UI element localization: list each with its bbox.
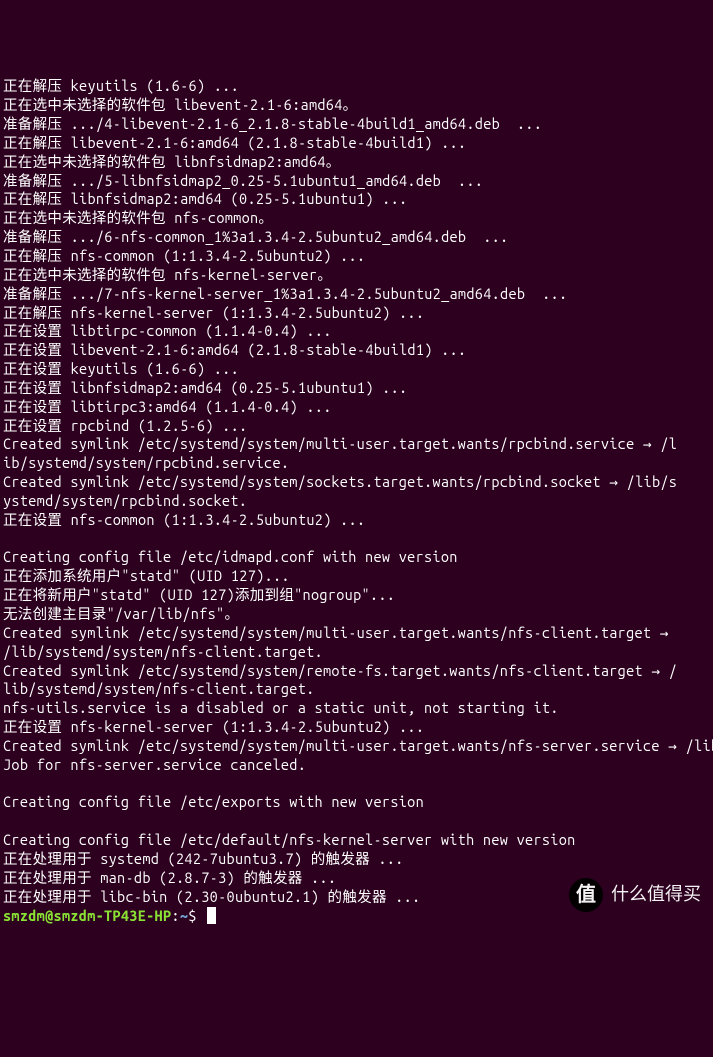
terminal-line: 正在处理用于 systemd (242-7ubuntu3.7) 的触发器 ... [3,850,710,869]
terminal-line: 正在设置 libnfsidmap2:amd64 (0.25-5.1ubuntu1… [3,379,710,398]
terminal-line: Created symlink /etc/systemd/system/mult… [3,624,710,643]
terminal-line: 正在解压 libnfsidmap2:amd64 (0.25-5.1ubuntu1… [3,190,710,209]
terminal-line: 正在选中未选择的软件包 libevent-2.1-6:amd64。 [3,96,710,115]
terminal-line: 准备解压 .../7-nfs-kernel-server_1%3a1.3.4-2… [3,285,710,304]
terminal-line: 正在解压 keyutils (1.6-6) ... [3,77,710,96]
terminal-line [3,775,710,794]
terminal-line: 正在设置 libevent-2.1-6:amd64 (2.1.8-stable-… [3,341,710,360]
terminal-line [3,812,710,831]
terminal-line: 正在选中未选择的软件包 nfs-kernel-server。 [3,266,710,285]
terminal-line: 正在选中未选择的软件包 libnfsidmap2:amd64。 [3,153,710,172]
prompt-dollar: $ [188,907,196,924]
terminal-line: 正在添加系统用户"statd" (UID 127)... [3,567,710,586]
prompt-path: ~ [180,907,188,924]
watermark-text: 什么值得买 [611,883,701,906]
terminal-line: 正在设置 nfs-kernel-server (1:1.3.4-2.5ubunt… [3,718,710,737]
terminal-line: 准备解压 .../6-nfs-common_1%3a1.3.4-2.5ubunt… [3,228,710,247]
watermark: 值 什么值得买 [569,878,701,912]
terminal-line: Creating config file /etc/exports with n… [3,793,710,812]
terminal-line: 无法创建主目录"/var/lib/nfs"。 [3,605,710,624]
terminal-line: 正在将新用户"statd" (UID 127)添加到组"nogroup"... [3,586,710,605]
terminal-line: 正在解压 libevent-2.1-6:amd64 (2.1.8-stable-… [3,134,710,153]
terminal-line: 正在解压 nfs-kernel-server (1:1.3.4-2.5ubunt… [3,304,710,323]
terminal-line: Created symlink /etc/systemd/system/remo… [3,662,710,681]
terminal-line: Job for nfs-server.service canceled. [3,756,710,775]
terminal-line: 正在设置 keyutils (1.6-6) ... [3,360,710,379]
terminal-line: ib/systemd/system/rpcbind.service. [3,454,710,473]
terminal-line: Creating config file /etc/idmapd.conf wi… [3,548,710,567]
terminal-line: Created symlink /etc/systemd/system/mult… [3,737,710,756]
terminal-line: 准备解压 .../5-libnfsidmap2_0.25-5.1ubuntu1_… [3,172,710,191]
terminal-line: 正在设置 nfs-common (1:1.3.4-2.5ubuntu2) ... [3,511,710,530]
terminal-line: Creating config file /etc/default/nfs-ke… [3,831,710,850]
terminal-output[interactable]: 正在解压 keyutils (1.6-6) ...正在选中未选择的软件包 lib… [3,77,710,925]
terminal-line: Created symlink /etc/systemd/system/sock… [3,473,710,492]
terminal-line: 正在设置 libtirpc3:amd64 (1.1.4-0.4) ... [3,398,710,417]
terminal-line: nfs-utils.service is a disabled or a sta… [3,699,710,718]
watermark-badge-icon: 值 [569,878,603,912]
prompt-colon: : [171,907,179,924]
cursor-icon [207,907,216,924]
terminal-line: 正在设置 libtirpc-common (1.1.4-0.4) ... [3,322,710,341]
terminal-line: 正在解压 nfs-common (1:1.3.4-2.5ubuntu2) ... [3,247,710,266]
terminal-line: ystemd/system/rpcbind.socket. [3,492,710,511]
terminal-line: lib/systemd/system/nfs-client.target. [3,680,710,699]
terminal-line: 准备解压 .../4-libevent-2.1-6_2.1.8-stable-4… [3,115,710,134]
terminal-line: 正在选中未选择的软件包 nfs-common。 [3,209,710,228]
prompt-user-host: smzdm@smzdm-TP43E-HP [3,907,171,924]
terminal-line: /lib/systemd/system/nfs-client.target. [3,643,710,662]
terminal-line: Created symlink /etc/systemd/system/mult… [3,435,710,454]
terminal-line [3,530,710,549]
terminal-line: 正在设置 rpcbind (1.2.5-6) ... [3,417,710,436]
